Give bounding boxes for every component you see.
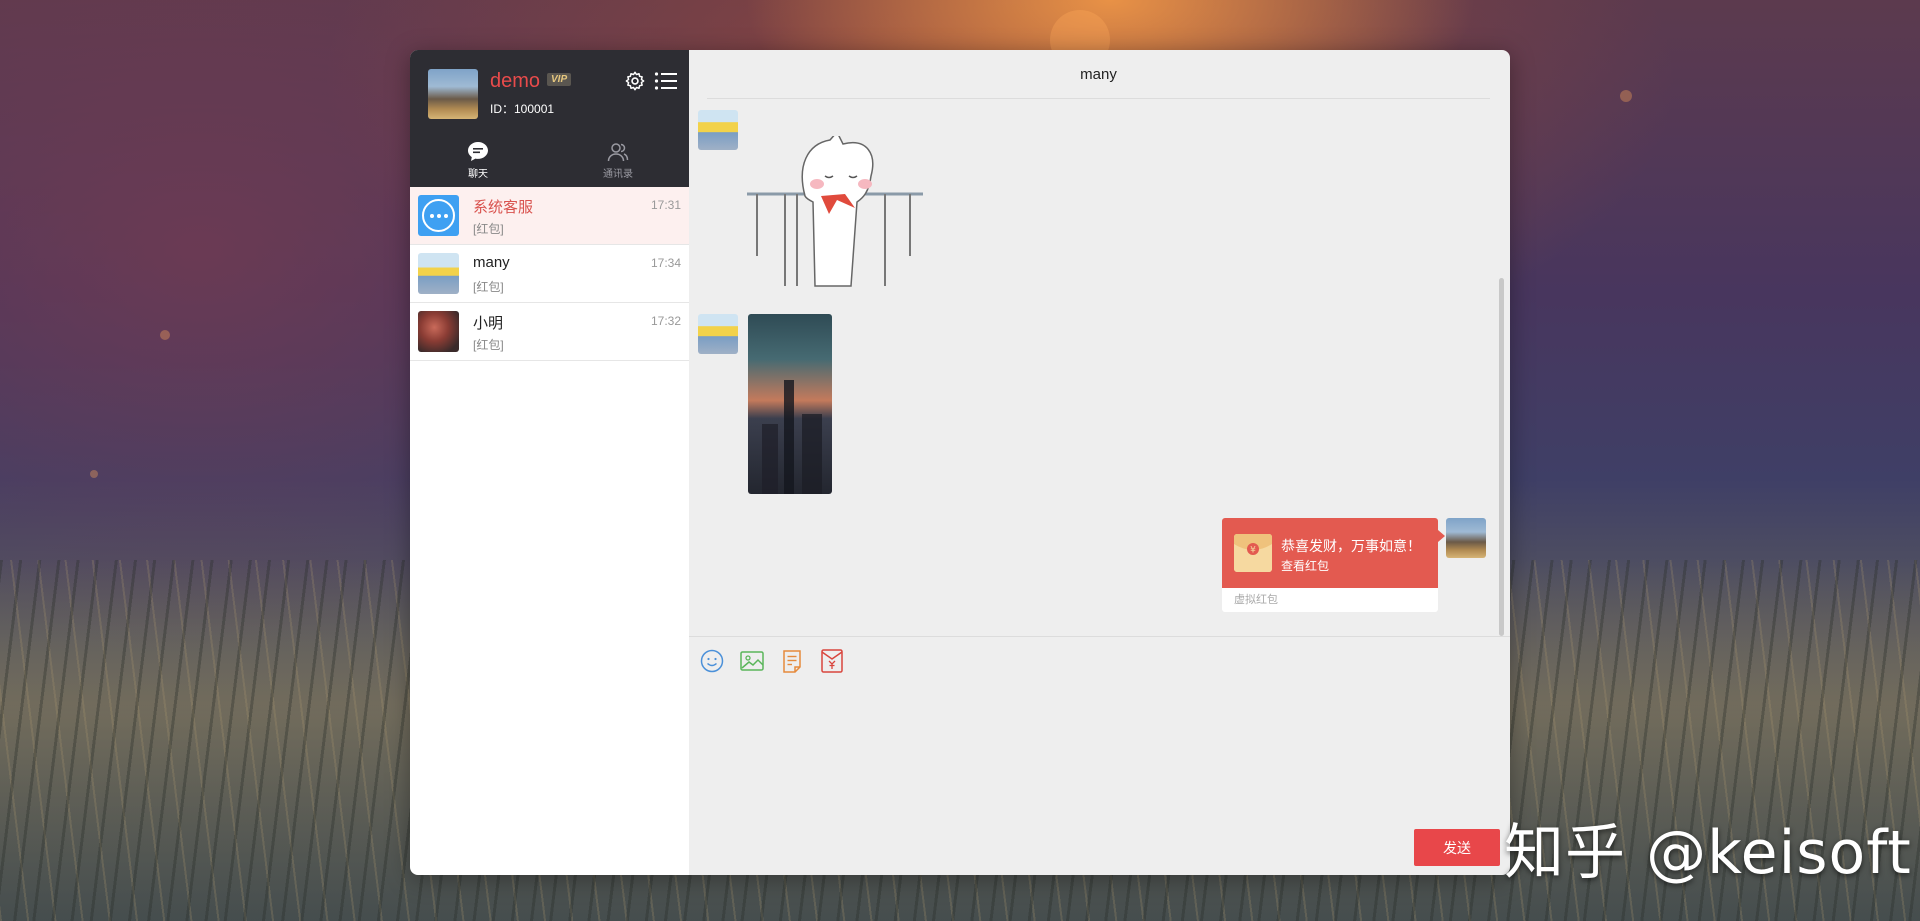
chat-title: many (707, 50, 1490, 99)
red-packet-icon: ¥ (1234, 534, 1272, 572)
chat-panel: many ¥ 恭喜发财，万事如意！ 查看红包 虚拟红包 发送 (689, 50, 1510, 875)
red-packet-title: 恭喜发财，万事如意！ (1281, 538, 1421, 554)
tab-contacts[interactable]: 通讯录 (588, 140, 648, 180)
avatar[interactable] (1446, 518, 1486, 558)
svg-text:¥: ¥ (1250, 546, 1256, 556)
sidebar: demo VIP ID：100001 聊天 通讯录 系统客服 17:31 [红包… (410, 50, 689, 875)
sticker-image[interactable] (745, 136, 925, 296)
image-icon[interactable] (739, 648, 765, 674)
user-id: ID：100001 (490, 102, 555, 116)
send-button[interactable]: 发送 (1414, 829, 1500, 866)
gear-icon[interactable] (624, 70, 646, 92)
chat-app-window: demo VIP ID：100001 聊天 通讯录 系统客服 17:31 [红包… (410, 50, 1510, 875)
contacts-icon (607, 143, 629, 162)
conversation-item-service[interactable]: 系统客服 17:31 [红包] (410, 187, 689, 245)
conversation-preview: [红包] (473, 280, 504, 294)
more-dots-icon (422, 199, 455, 232)
conversation-preview: [红包] (473, 338, 504, 352)
vip-badge: VIP (547, 73, 572, 86)
input-divider (689, 636, 1510, 637)
red-packet-icon[interactable] (819, 648, 845, 674)
city-photo-image[interactable] (748, 314, 832, 494)
tab-chat-label: 聊天 (468, 169, 488, 180)
menu-list-icon[interactable] (654, 71, 678, 91)
conversation-item-xiaoming[interactable]: 小明 17:32 [红包] (410, 303, 689, 361)
conversation-name: many (473, 254, 510, 271)
avatar (418, 195, 459, 236)
avatar (418, 311, 459, 352)
conversation-time: 17:34 (650, 256, 681, 270)
avatar[interactable] (698, 314, 738, 354)
conversation-name: 系统客服 (473, 199, 534, 216)
avatar[interactable] (428, 69, 478, 119)
watermark: 知乎 @keisoft (1504, 818, 1912, 888)
bokeh-light (160, 330, 170, 340)
chat-bubble-icon (468, 142, 488, 161)
chat-scrollbar[interactable] (1499, 278, 1504, 636)
conversation-item-many[interactable]: many 17:34 [红包] (410, 245, 689, 303)
tab-chat[interactable]: 聊天 (448, 140, 508, 180)
user-name: demo (490, 70, 541, 92)
red-packet-footer: 虚拟红包 (1222, 588, 1438, 612)
tab-contacts-label: 通讯录 (603, 169, 633, 180)
document-icon[interactable] (779, 648, 805, 674)
avatar (418, 253, 459, 294)
profile-header: demo VIP ID：100001 聊天 通讯录 (410, 50, 689, 187)
conversation-time: 17:31 (650, 198, 681, 212)
bokeh-light (1620, 90, 1632, 102)
red-packet-message[interactable]: ¥ 恭喜发财，万事如意！ 查看红包 虚拟红包 (1222, 518, 1445, 612)
emoji-icon[interactable] (699, 648, 725, 674)
conversation-name: 小明 (473, 315, 504, 332)
red-packet-subtitle: 查看红包 (1281, 559, 1330, 573)
conversation-preview: [红包] (473, 222, 504, 236)
conversation-time: 17:32 (650, 314, 681, 328)
avatar[interactable] (698, 110, 738, 150)
bokeh-light (90, 470, 98, 478)
